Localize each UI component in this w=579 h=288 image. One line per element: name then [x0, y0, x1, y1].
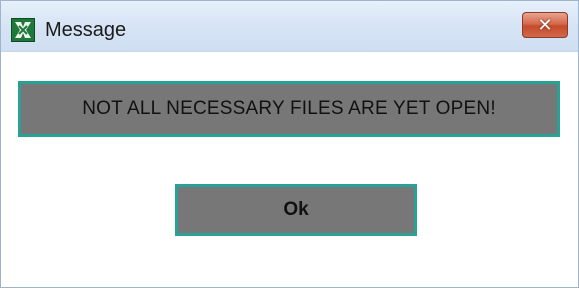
app-logo-icon	[11, 18, 35, 42]
ok-button[interactable]: Ok	[175, 184, 417, 236]
window-title: Message	[45, 19, 127, 41]
message-dialog: Message ✕ NOT ALL NECESSARY FILES ARE YE…	[0, 0, 579, 288]
ok-button-label: Ok	[283, 199, 309, 220]
app-logo-icon-graphic	[12, 19, 34, 41]
close-button[interactable]: ✕	[522, 12, 568, 38]
dialog-body: NOT ALL NECESSARY FILES ARE YET OPEN! Ok	[1, 52, 578, 287]
title-bar[interactable]: Message ✕	[1, 1, 578, 52]
message-text: NOT ALL NECESSARY FILES ARE YET OPEN!	[82, 98, 496, 119]
close-icon: ✕	[537, 15, 553, 35]
message-panel: NOT ALL NECESSARY FILES ARE YET OPEN!	[18, 81, 560, 137]
